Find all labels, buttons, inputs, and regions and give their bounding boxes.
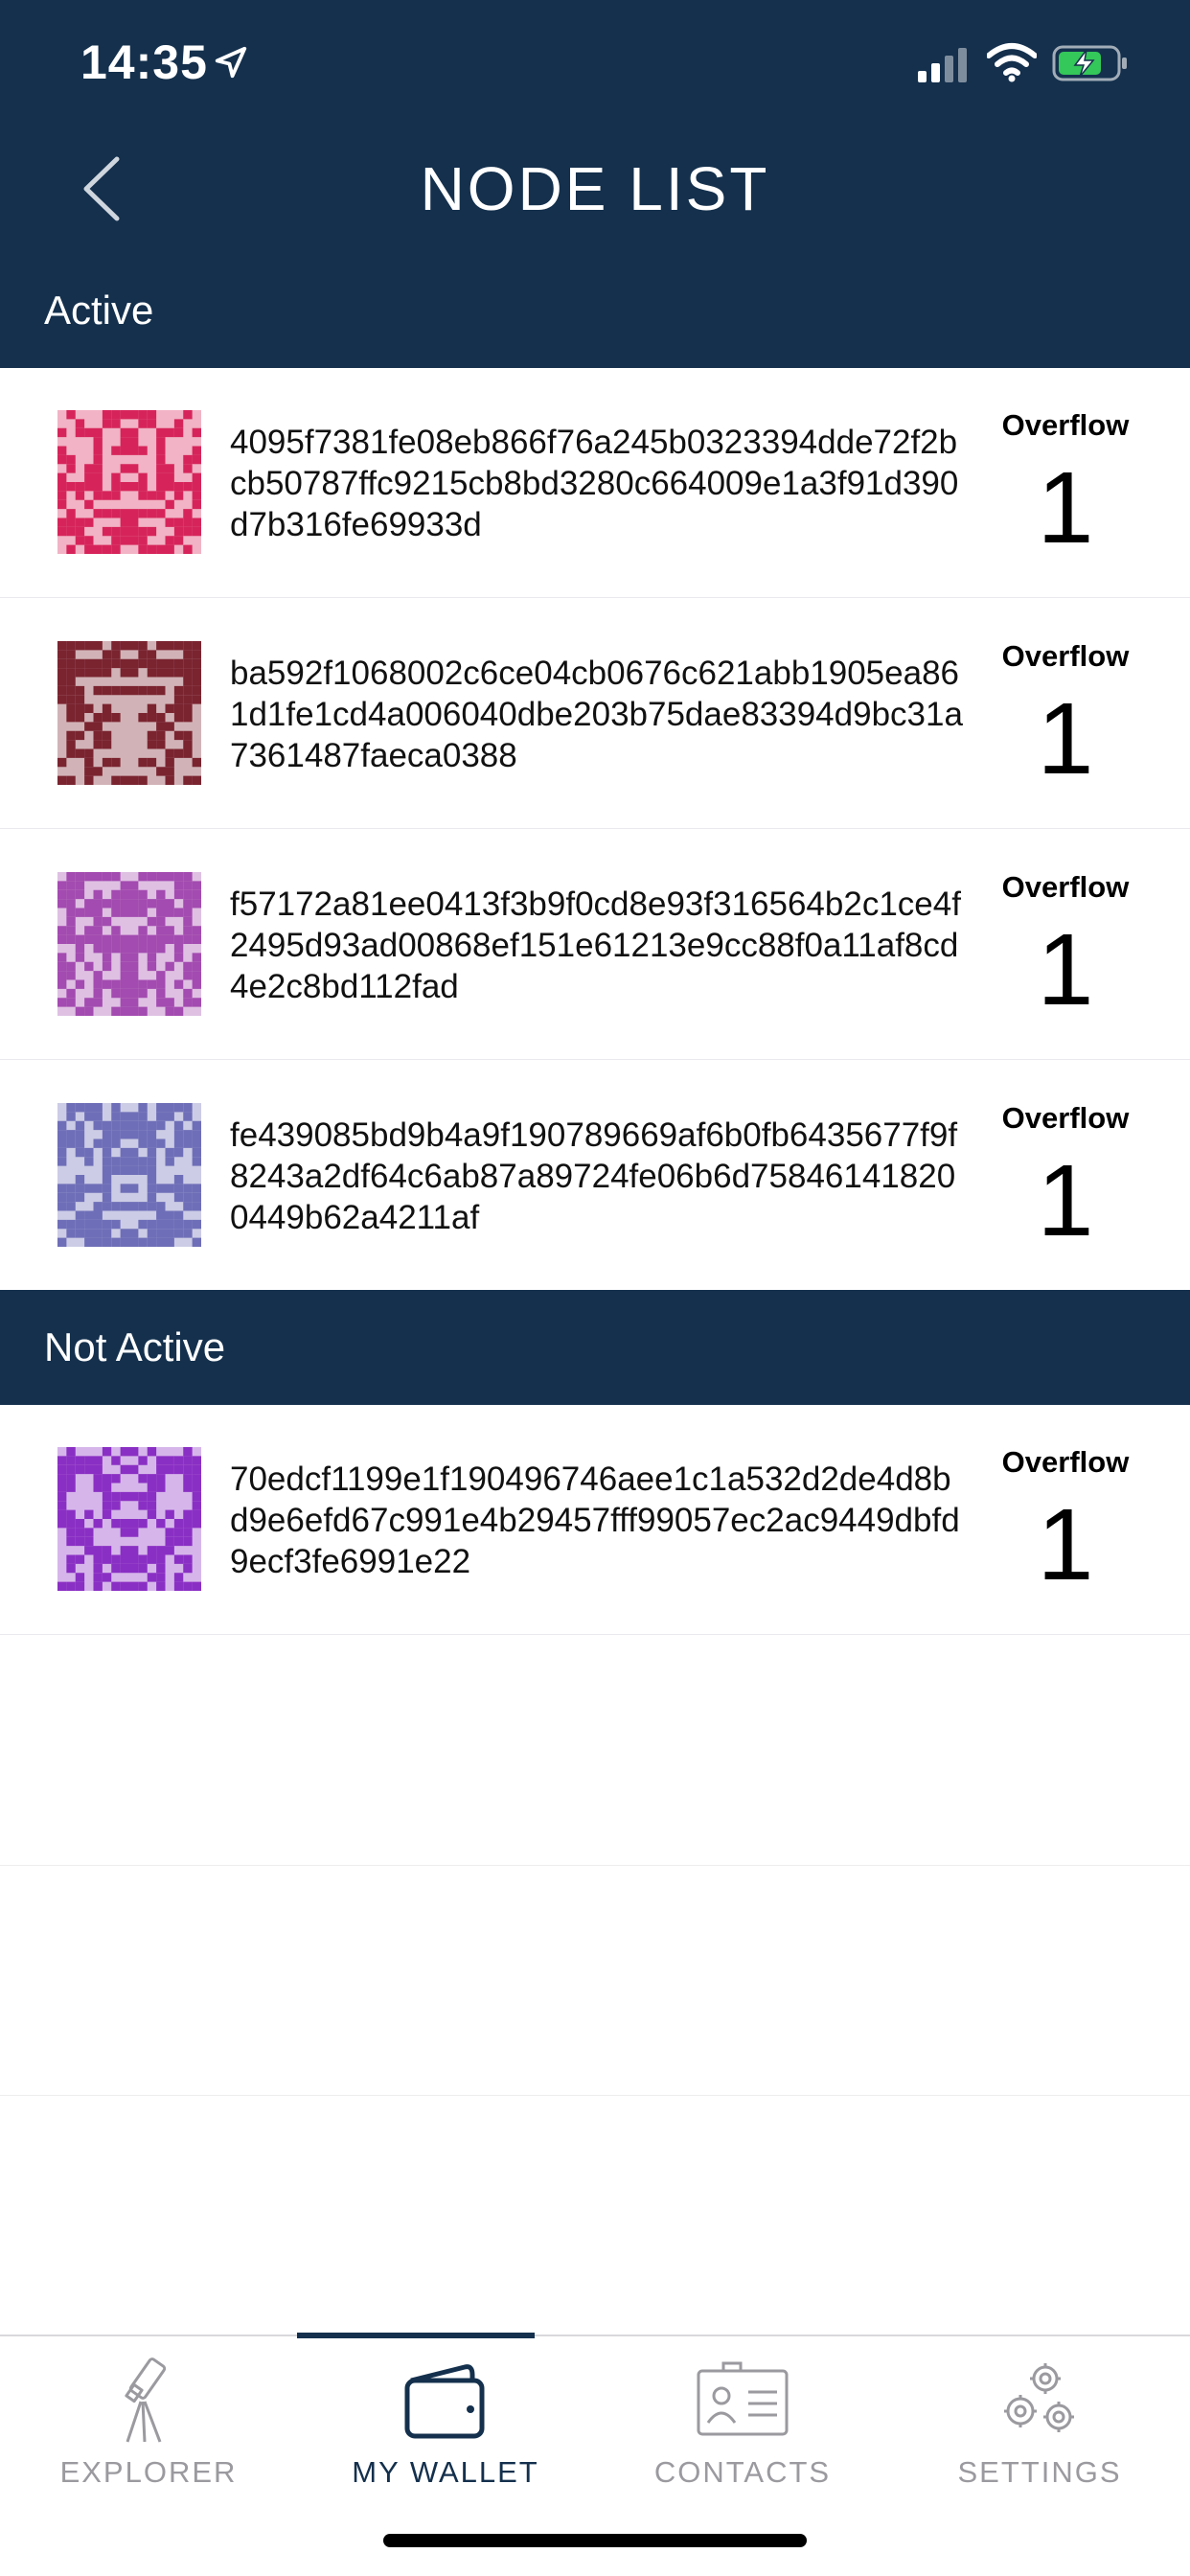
overflow-value: 1 (1037, 1488, 1094, 1601)
overflow-value: 1 (1037, 1144, 1094, 1257)
status-bar: 14:35 (0, 0, 1190, 125)
node-hash: 4095f7381fe08eb866f76a245b0323394dde72f2… (230, 424, 959, 543)
empty-row (0, 1866, 1190, 2096)
node-hash: fe439085bd9b4a9f190789669af6b0fb6435677f… (230, 1116, 958, 1236)
status-time: 14:35 (80, 35, 208, 89)
wallet-icon (404, 2364, 485, 2439)
tab-label-explorer: EXPLORER (59, 2455, 238, 2489)
contact-card-icon (697, 2361, 789, 2436)
tab-explorer[interactable]: EXPLORER (0, 2336, 297, 2528)
telescope-icon (125, 2358, 167, 2443)
active-node-row[interactable]: ba592f1068002c6ce04cb0676c621abb1905ea86… (0, 599, 1190, 829)
location-arrow-icon (215, 46, 247, 79)
wifi-icon (987, 43, 1037, 82)
overflow-label: Overflow (1001, 408, 1130, 442)
node-hash: ba592f1068002c6ce04cb0676c621abb1905ea86… (230, 655, 963, 774)
overflow-label: Overflow (1001, 1445, 1130, 1479)
node-hash: f57172a81ee0413f3b9f0cd8e93f316564b2c1ce… (230, 886, 961, 1005)
overflow-label: Overflow (1001, 639, 1130, 673)
empty-row (0, 1636, 1190, 1866)
inactive-node-row[interactable]: 70edcf1199e1f190496746aee1c1a532d2de4d8b… (0, 1405, 1190, 1635)
battery-charging-icon (1052, 45, 1127, 81)
overflow-value: 1 (1037, 451, 1094, 564)
tab-label-my-wallet: MY WALLET (352, 2455, 539, 2489)
gears-icon (1004, 2363, 1074, 2432)
section-header-active: Active (0, 253, 1190, 368)
tab-label-contacts: CONTACTS (653, 2455, 832, 2489)
overflow-label: Overflow (1001, 870, 1130, 904)
node-hash: 70edcf1199e1f190496746aee1c1a532d2de4d8b… (230, 1460, 960, 1580)
cellular-signal-icon (918, 48, 967, 82)
node-identicon (57, 1103, 201, 1247)
node-identicon (57, 872, 201, 1016)
overflow-label: Overflow (1001, 1101, 1130, 1135)
tab-contacts[interactable]: CONTACTS (594, 2336, 891, 2528)
active-node-row[interactable]: 4095f7381fe08eb866f76a245b0323394dde72f2… (0, 368, 1190, 598)
tab-my-wallet[interactable]: MY WALLET (297, 2336, 594, 2528)
overflow-value: 1 (1037, 682, 1094, 795)
active-node-row[interactable]: f57172a81ee0413f3b9f0cd8e93f316564b2c1ce… (0, 830, 1190, 1060)
overflow-value: 1 (1037, 913, 1094, 1026)
active-node-row[interactable]: fe439085bd9b4a9f190789669af6b0fb6435677f… (0, 1061, 1190, 1291)
node-identicon (57, 1447, 201, 1591)
node-identicon (57, 410, 201, 554)
tab-settings[interactable]: SETTINGS (891, 2336, 1188, 2528)
section-header-not-active: Not Active (0, 1290, 1190, 1405)
tab-label-settings: SETTINGS (957, 2455, 1122, 2489)
home-indicator (383, 2534, 807, 2547)
page-title: NODE LIST (420, 154, 770, 223)
node-identicon (57, 641, 201, 785)
